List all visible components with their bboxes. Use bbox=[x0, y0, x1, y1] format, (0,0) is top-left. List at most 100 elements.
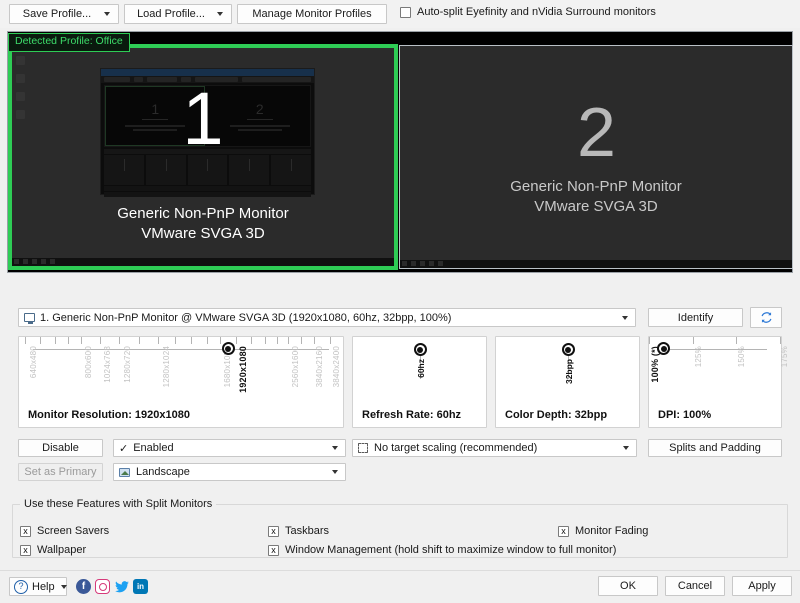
detected-profile-badge: Detected Profile: Office bbox=[8, 33, 130, 52]
monitor-number-overlay-1: 1 bbox=[12, 82, 394, 156]
manage-profiles-label: Manage Monitor Profiles bbox=[238, 8, 386, 20]
color-depth-slider-panel[interactable]: 32bpp Color Depth: 32bpp bbox=[495, 336, 640, 428]
feature-label: Window Management (hold shift to maximiz… bbox=[285, 544, 616, 556]
feature-monitor-fading[interactable]: x Monitor Fading bbox=[558, 525, 648, 537]
linkedin-icon[interactable]: in bbox=[133, 579, 148, 594]
disable-button[interactable]: Disable bbox=[18, 439, 103, 457]
target-scaling-value: No target scaling (recommended) bbox=[374, 442, 623, 454]
feature-checkbox[interactable]: x bbox=[20, 545, 31, 556]
color-depth-caption: Color Depth: 32bpp bbox=[505, 409, 607, 421]
load-profile-label: Load Profile... bbox=[125, 8, 217, 20]
chevron-down-icon bbox=[104, 12, 110, 16]
preview-taskbar bbox=[400, 260, 792, 268]
feature-window-management[interactable]: x Window Management (hold shift to maxim… bbox=[268, 544, 616, 556]
instagram-icon[interactable] bbox=[95, 579, 110, 594]
disable-label: Disable bbox=[19, 442, 102, 454]
enabled-state-value: Enabled bbox=[133, 442, 332, 454]
splits-and-padding-button[interactable]: Splits and Padding bbox=[648, 439, 782, 457]
set-as-primary-button[interactable]: Set as Primary bbox=[18, 463, 103, 481]
color-depth-slider-knob[interactable] bbox=[562, 343, 575, 356]
chevron-down-icon bbox=[623, 446, 629, 450]
preview-taskbar bbox=[12, 258, 394, 266]
refresh-rate-slider-panel[interactable]: 60hz Refresh Rate: 60hz bbox=[352, 336, 487, 428]
refresh-rate-caption: Refresh Rate: 60hz bbox=[362, 409, 461, 421]
dpi-caption: DPI: 100% bbox=[658, 409, 711, 421]
monitor-name-line1: Generic Non-PnP Monitor bbox=[510, 178, 681, 195]
refresh-icon bbox=[760, 311, 773, 324]
resolution-tick-label: 1024x768 bbox=[103, 346, 112, 383]
resolution-caption: Monitor Resolution: 1920x1080 bbox=[28, 409, 190, 421]
cancel-button[interactable]: Cancel bbox=[665, 576, 725, 596]
identify-button[interactable]: Identify bbox=[648, 308, 743, 327]
apply-label: Apply bbox=[733, 580, 791, 592]
ok-label: OK bbox=[599, 580, 657, 592]
feature-taskbars[interactable]: x Taskbars bbox=[268, 525, 329, 537]
manage-monitor-profiles-button[interactable]: Manage Monitor Profiles bbox=[237, 4, 387, 24]
feature-wallpaper[interactable]: x Wallpaper bbox=[20, 544, 86, 556]
top-toolbar: Save Profile... Load Profile... Manage M… bbox=[0, 0, 800, 28]
refresh-rate-slider-knob[interactable] bbox=[414, 343, 427, 356]
twitter-icon[interactable] bbox=[114, 579, 129, 594]
resolution-slider-panel[interactable]: 640x480 800x600 1024x768 1280x720 1280x1… bbox=[18, 336, 344, 428]
refresh-button[interactable] bbox=[750, 307, 782, 328]
dpi-tick-label: 125% bbox=[694, 346, 703, 367]
feature-checkbox[interactable]: x bbox=[268, 545, 279, 556]
dpi-slider-knob[interactable] bbox=[657, 342, 670, 355]
apply-button[interactable]: Apply bbox=[732, 576, 792, 596]
help-button[interactable]: ? Help bbox=[9, 577, 67, 596]
display-fusion-monitor-config-window: Save Profile... Load Profile... Manage M… bbox=[0, 0, 800, 602]
resolution-track[interactable] bbox=[33, 349, 329, 350]
landscape-icon bbox=[119, 468, 130, 477]
feature-label: Monitor Fading bbox=[575, 525, 648, 537]
resolution-tick-label: 1280x1024 bbox=[162, 346, 171, 387]
help-label: Help bbox=[32, 581, 55, 593]
monitor-name-line2: VMware SVGA 3D bbox=[534, 198, 657, 215]
monitor-number-overlay-2: 2 bbox=[577, 97, 615, 167]
monitor-name-1: Generic Non-PnP Monitor VMware SVGA 3D bbox=[117, 204, 288, 245]
scaling-icon bbox=[358, 443, 368, 453]
chevron-down-icon bbox=[217, 12, 223, 16]
resolution-tick-label: 3840x2160 bbox=[315, 346, 324, 387]
refresh-rate-value-label: 60hz bbox=[416, 359, 426, 378]
chevron-down-icon bbox=[332, 446, 338, 450]
feature-checkbox[interactable]: x bbox=[268, 526, 279, 537]
monitor-preview-1[interactable]: 1 2 1 Generic Non-PnP Monitor VMware SVG… bbox=[8, 44, 398, 270]
feature-screen-savers[interactable]: x Screen Savers bbox=[20, 525, 109, 537]
color-depth-value-label: 32bpp bbox=[564, 359, 574, 384]
facebook-icon[interactable]: f bbox=[76, 579, 91, 594]
chevron-down-icon bbox=[61, 585, 67, 589]
monitor-name-2: Generic Non-PnP Monitor VMware SVGA 3D bbox=[510, 177, 681, 218]
feature-label: Screen Savers bbox=[37, 525, 109, 537]
load-profile-button[interactable]: Load Profile... bbox=[124, 4, 232, 24]
features-group-title: Use these Features with Split Monitors bbox=[20, 498, 216, 510]
auto-split-checkbox[interactable] bbox=[400, 7, 411, 18]
resolution-tick-label: 800x600 bbox=[84, 346, 93, 378]
auto-split-checkbox-row[interactable]: Auto-split Eyefinity and nVidia Surround… bbox=[400, 6, 656, 18]
splits-and-padding-label: Splits and Padding bbox=[649, 442, 781, 454]
resolution-slider-knob[interactable] bbox=[222, 342, 235, 355]
orientation-dropdown[interactable]: Landscape bbox=[113, 463, 346, 481]
save-profile-label: Save Profile... bbox=[10, 8, 104, 20]
save-profile-button[interactable]: Save Profile... bbox=[9, 4, 119, 24]
dpi-track[interactable] bbox=[663, 349, 767, 350]
feature-label: Wallpaper bbox=[37, 544, 86, 556]
ok-button[interactable]: OK bbox=[598, 576, 658, 596]
monitor-select-dropdown[interactable]: 1. Generic Non-PnP Monitor @ VMware SVGA… bbox=[18, 308, 636, 327]
chevron-down-icon bbox=[622, 316, 628, 320]
target-scaling-dropdown[interactable]: No target scaling (recommended) bbox=[352, 439, 637, 457]
monitor-name-line2: VMware SVGA 3D bbox=[141, 225, 264, 242]
dpi-tick-label: 150% bbox=[737, 346, 746, 367]
question-mark-icon: ? bbox=[14, 580, 28, 594]
monitor-preview-2[interactable]: 2 Generic Non-PnP Monitor VMware SVGA 3D bbox=[399, 45, 793, 269]
feature-label: Taskbars bbox=[285, 525, 329, 537]
monitor-icon bbox=[24, 313, 35, 322]
feature-checkbox[interactable]: x bbox=[20, 526, 31, 537]
check-icon: ✓ bbox=[119, 442, 128, 455]
enabled-state-dropdown[interactable]: ✓ Enabled bbox=[113, 439, 346, 457]
twitter-bird-icon bbox=[115, 581, 129, 593]
dpi-slider-panel[interactable]: 100% (*) 125% 150% 175% DPI: 100% bbox=[648, 336, 782, 428]
feature-checkbox[interactable]: x bbox=[558, 526, 569, 537]
monitor-name-line1: Generic Non-PnP Monitor bbox=[117, 205, 288, 222]
auto-split-label: Auto-split Eyefinity and nVidia Surround… bbox=[417, 6, 656, 18]
resolution-tick-label: 1280x720 bbox=[123, 346, 132, 383]
